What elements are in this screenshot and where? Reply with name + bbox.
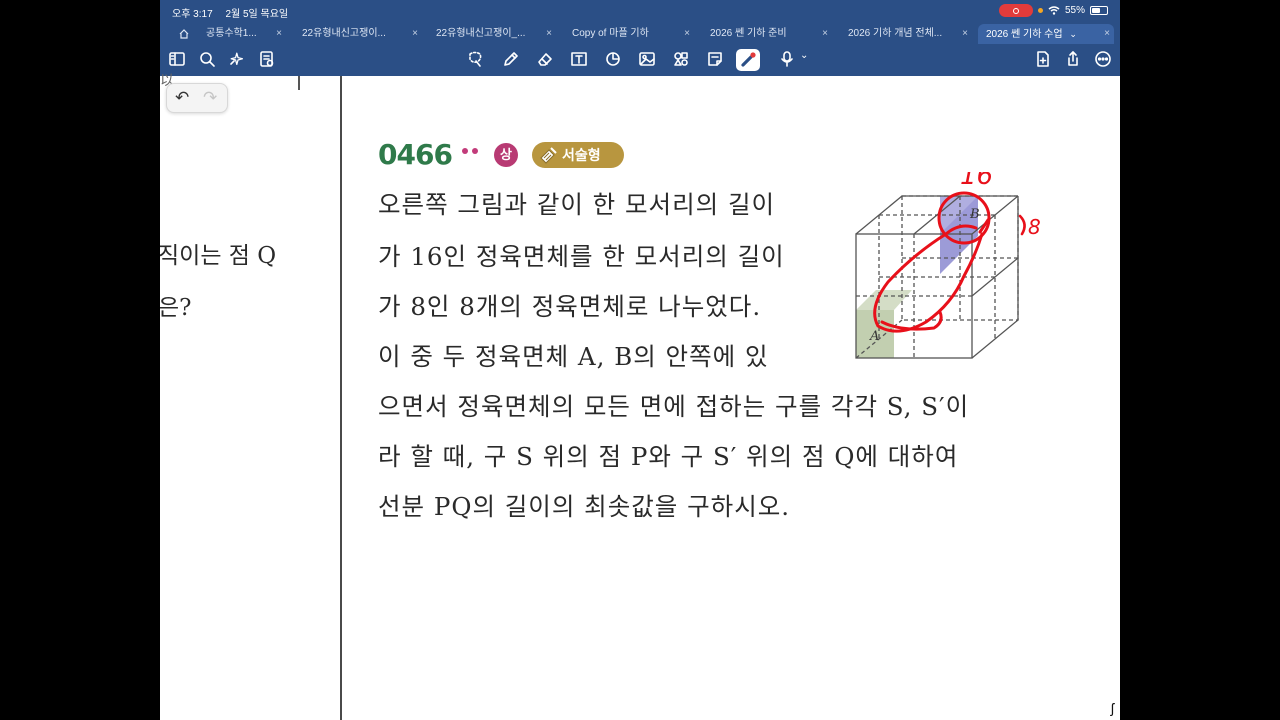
mic-in-use-indicator-icon (1037, 8, 1043, 13)
cube-label-b: B (969, 207, 980, 222)
difficulty-dots (462, 148, 482, 156)
sticky-note-button[interactable] (706, 50, 726, 70)
tab-label: 2026 쎈 기하 준비 (710, 28, 787, 39)
home-icon (179, 29, 189, 39)
tab-label: 22유형내신고쟁이... (302, 28, 386, 39)
close-icon[interactable]: × (822, 24, 828, 44)
problem-text-line: 가 8인 8개의 정육면체로 나누었다. (378, 292, 762, 321)
stickers-icon (674, 52, 688, 66)
add-page-button[interactable] (1034, 50, 1054, 70)
microphone-icon (781, 51, 793, 67)
shapes-icon (606, 52, 620, 66)
handwritten-edge-16: 16 (960, 172, 993, 191)
tab-label: 2026 기하 개념 전체... (848, 28, 943, 39)
document-canvas[interactable]: 以 직이는 점 Q 은? ↶ ↷ 0466 상 서술형 오른쪽 그림과 같이 한… (160, 73, 1120, 720)
tab-label: 22유형내신고쟁이_... (436, 28, 526, 39)
eraser-tool-button[interactable] (536, 50, 556, 70)
laser-pointer-icon (741, 52, 756, 67)
sidebar-icon (169, 52, 185, 66)
battery-icon (1090, 6, 1108, 15)
undo-redo-control: ↶ ↷ (166, 83, 228, 113)
status-time: 오후 3:17 (172, 9, 213, 20)
close-icon[interactable]: × (962, 24, 968, 44)
ai-sparkle-button[interactable] (228, 50, 248, 70)
sidebar-toggle-button[interactable] (168, 50, 188, 70)
status-date: 2월 5일 목요일 (225, 9, 289, 20)
pen-tool-button[interactable] (502, 50, 522, 70)
redo-button[interactable]: ↷ (203, 89, 217, 107)
page-corner-mark: ʃ (1110, 700, 1114, 716)
image-icon (639, 52, 655, 66)
problem-type-badge: 서술형 (532, 142, 624, 168)
close-icon[interactable]: × (276, 24, 282, 44)
eraser-icon (538, 53, 552, 66)
tab-bar: 공통수학1... × 22유형내신고쟁이... × 22유형내신고쟁이_... … (160, 22, 1120, 44)
handwritten-eight: 8 (1028, 215, 1041, 239)
lasso-tool-button[interactable] (466, 50, 486, 70)
microphone-button[interactable]: ⌄ (778, 50, 812, 70)
close-icon[interactable]: × (412, 24, 418, 44)
document-outline-button[interactable] (258, 50, 278, 70)
wifi-icon (1048, 6, 1060, 15)
ipad-screen: 오후 3:17 2월 5일 목요일 55% 공통수학1... × 22유형내신고… (160, 0, 1120, 720)
difficulty-badge: 상 (494, 143, 518, 167)
tab-document-6[interactable]: 2026 기하 개념 전체... × (840, 24, 972, 44)
tab-document-4[interactable]: Copy of 마플 기하 × (564, 24, 694, 44)
problem-text-line: 오른쪽 그림과 같이 한 모서리의 길이 (378, 190, 776, 219)
close-icon[interactable]: × (546, 24, 552, 44)
problem-type-label: 서술형 (562, 147, 601, 163)
cube-label-a: A (869, 329, 879, 344)
screen-recording-icon[interactable] (998, 4, 1033, 17)
sparkle-icon (230, 52, 244, 66)
tab-label: 공통수학1... (206, 28, 257, 39)
chevron-down-icon: ⌄ (800, 50, 809, 61)
status-bar: 오후 3:17 2월 5일 목요일 55% (160, 0, 1120, 22)
laser-pointer-button[interactable] (736, 49, 760, 71)
tab-label: Copy of 마플 기하 (572, 28, 649, 39)
tab-document-2[interactable]: 22유형내신고쟁이... × (294, 24, 422, 44)
image-tool-button[interactable] (638, 50, 658, 70)
tab-document-5[interactable]: 2026 쎈 기하 준비 × (702, 24, 832, 44)
close-icon[interactable]: × (684, 24, 690, 44)
text-box-icon (571, 52, 587, 66)
more-options-button[interactable] (1094, 50, 1114, 70)
problem-text-line: 이 중 두 정육면체 A, B의 안쪽에 있 (378, 342, 769, 371)
share-button[interactable] (1064, 50, 1084, 70)
page-gutter-line (340, 76, 342, 720)
sticky-note-icon (708, 52, 722, 66)
tab-document-3[interactable]: 22유형내신고쟁이_... × (428, 24, 556, 44)
problem-text-line: 선분 PQ의 길이의 최솟값을 구하시오. (378, 492, 791, 521)
search-button[interactable] (198, 50, 218, 70)
stickers-tool-button[interactable] (672, 50, 692, 70)
share-icon (1068, 51, 1078, 66)
more-icon (1095, 51, 1111, 67)
chevron-down-icon[interactable]: ⌄ (1069, 29, 1077, 39)
tab-document-1[interactable]: 공통수학1... × (198, 24, 286, 44)
close-icon[interactable]: × (1104, 24, 1110, 44)
previous-page-column: 以 직이는 점 Q 은? (160, 73, 300, 720)
problem-text-line: 가 16인 정육면체를 한 모서리의 길이 (378, 242, 785, 271)
handwritten-edge-8: 8 (1018, 214, 1041, 239)
lasso-icon (469, 51, 482, 67)
add-page-icon (1037, 51, 1049, 67)
problem-text-line: 으면서 정육면체의 모든 면에 접하는 구를 각각 S, S′이 (378, 392, 970, 421)
divider-line (298, 76, 300, 90)
pen-icon (504, 52, 518, 66)
search-icon (200, 52, 215, 67)
undo-button[interactable]: ↶ (175, 89, 189, 107)
problem-text-line: 라 할 때, 구 S 위의 점 P와 구 S′ 위의 점 Q에 대하여 (378, 442, 959, 471)
document-icon (260, 51, 274, 67)
problem-number: 0466 (378, 138, 453, 171)
shapes-tool-button[interactable] (604, 50, 624, 70)
toolbar: ⌄ (160, 44, 1120, 76)
text-box-tool-button[interactable] (570, 50, 590, 70)
previous-page-text-line: 은? (160, 295, 192, 321)
tab-document-7-active[interactable]: 2026 쎈 기하 수업 ⌄ × (978, 24, 1114, 44)
tab-label: 2026 쎈 기하 수업 (986, 29, 1063, 40)
battery-percent: 55% (1064, 5, 1085, 16)
cube-figure: B A 16 8 (855, 172, 1041, 359)
previous-page-text-line: 직이는 점 Q (160, 243, 277, 269)
pencil-ruler-icon (540, 147, 557, 164)
